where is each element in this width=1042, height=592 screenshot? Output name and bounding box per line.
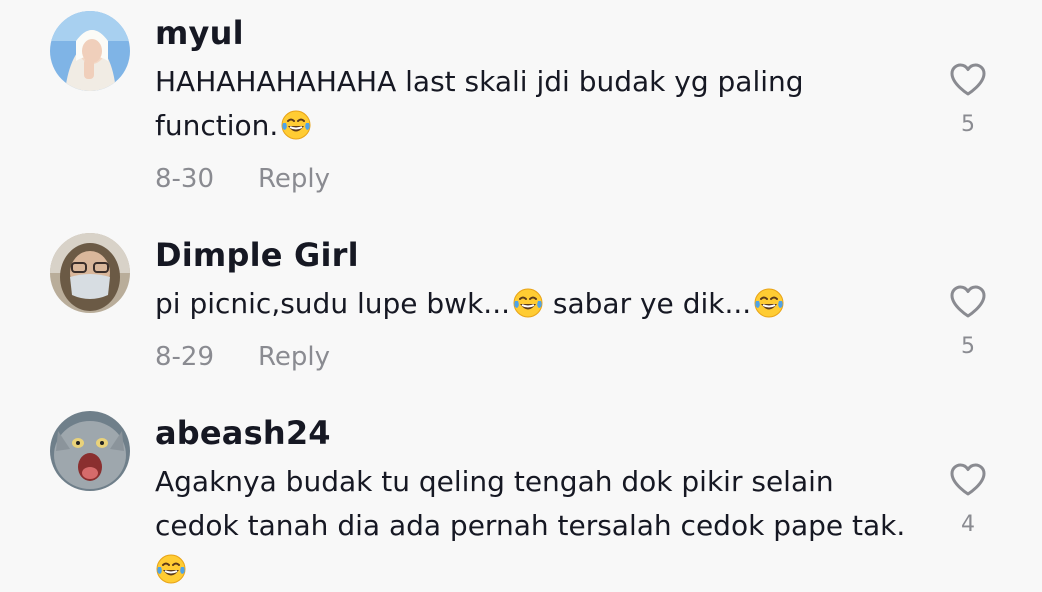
avatar[interactable] (50, 411, 130, 491)
comment-text-content: pi picnic,sudu lupe bwk... (155, 287, 510, 320)
like-count: 5 (961, 334, 975, 359)
heart-outline-icon[interactable] (948, 60, 988, 100)
reply-button[interactable]: Reply (258, 164, 330, 194)
comment-meta: 8-29 Reply (155, 342, 330, 372)
joy-emoji-icon (512, 287, 544, 319)
like-count: 4 (961, 512, 975, 537)
comment-text-content: HAHAHAHAHAHA last skali jdi budak yg pal… (155, 65, 804, 142)
comment-text-content: sabar ye dik... (544, 287, 752, 320)
avatar[interactable] (50, 11, 130, 91)
heart-outline-icon[interactable] (948, 282, 988, 322)
comment-text: Agaknya budak tu qeling tengah dok pikir… (155, 460, 925, 592)
joy-emoji-icon (155, 553, 187, 585)
username[interactable]: Dimple Girl (155, 236, 359, 274)
joy-emoji-icon (280, 109, 312, 141)
avatar[interactable] (50, 233, 130, 313)
comment-date: 8-30 (155, 164, 215, 194)
comment-date: 8-29 (155, 342, 215, 372)
like-control: 5 (946, 282, 990, 359)
joy-emoji-icon (753, 287, 785, 319)
heart-outline-icon[interactable] (948, 460, 988, 500)
comment-meta: 8-30 Reply (155, 164, 330, 194)
comment-text-content: Agaknya budak tu qeling tengah dok pikir… (155, 465, 906, 542)
username[interactable]: abeash24 (155, 414, 331, 452)
reply-button[interactable]: Reply (258, 342, 330, 372)
like-control: 4 (946, 460, 990, 537)
comment-text: pi picnic,sudu lupe bwk... sabar ye dik.… (155, 282, 925, 326)
like-count: 5 (961, 112, 975, 137)
like-control: 5 (946, 60, 990, 137)
username[interactable]: myul (155, 14, 244, 52)
comment-text: HAHAHAHAHAHA last skali jdi budak yg pal… (155, 60, 925, 148)
